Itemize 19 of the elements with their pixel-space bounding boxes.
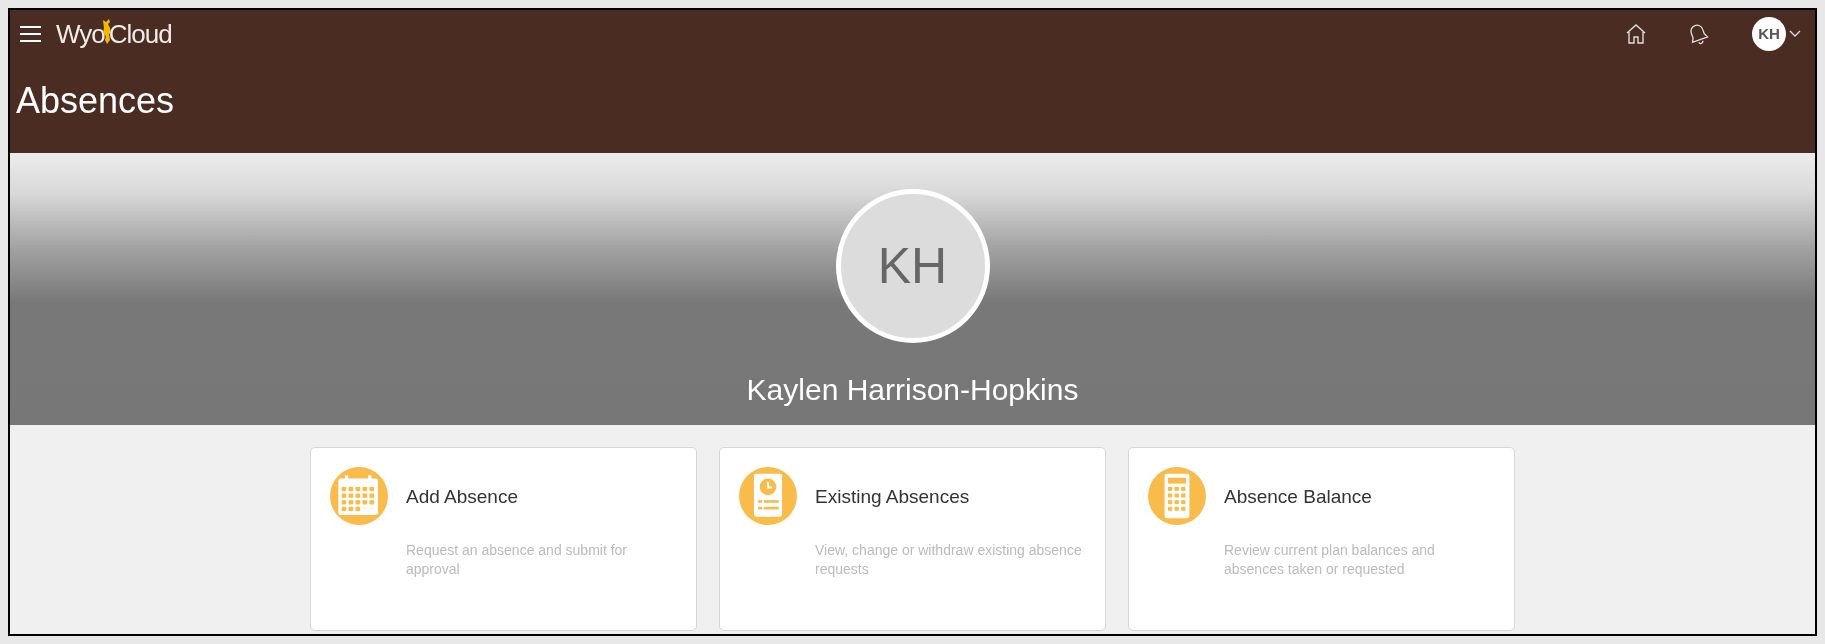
chevron-down-icon [1789,30,1801,38]
card-title: Add Absence [406,485,519,509]
card-description: View, change or withdraw existing absence requests [815,540,1083,579]
calendar-icon [330,467,388,525]
task-card[interactable]: Add Absence Request an absence and submit for approval [310,447,697,631]
card-description: Request an absence and submit for approval [406,540,629,579]
card-title: Absence Balance [1224,485,1373,509]
task-card[interactable]: Existing Absences View, change or withdraw existing absence requests [719,447,1106,631]
home-icon[interactable] [1624,22,1648,46]
page-title: Absences [16,82,175,119]
profile-avatar: KH [835,189,990,343]
calculator-icon [1148,467,1206,525]
logo-text: Wyo [56,17,105,51]
card-description: Review current plan balances and absences taken or requested [1224,540,1436,579]
task-card[interactable]: Absence Balance Review current plan balances and absences taken or requested [1128,447,1515,631]
logo-text: Cloud [108,17,172,51]
profile-name: Kaylen Harrison-Hopkins [746,372,1079,408]
document-clock-icon [739,467,797,525]
card-title: Existing Absences [815,485,971,509]
